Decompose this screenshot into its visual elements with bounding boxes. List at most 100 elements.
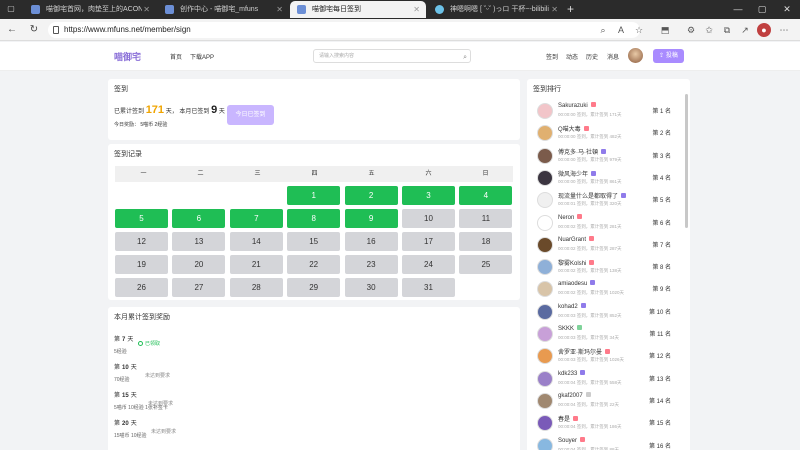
user-avatar[interactable] bbox=[537, 281, 553, 298]
day-cell[interactable]: 23 bbox=[344, 255, 398, 274]
ranking-row[interactable]: 黎雾Kolshi 00:00:02 签到，累计签到 138天 第 8 名 bbox=[537, 257, 683, 277]
share-icon[interactable]: ↗ bbox=[738, 23, 752, 37]
day-cell[interactable]: 24 bbox=[402, 255, 455, 274]
ranking-user[interactable]: 舍罗亚·斯玛尔曼 bbox=[558, 347, 610, 356]
user-avatar[interactable] bbox=[537, 236, 553, 253]
day-cell[interactable]: 17 bbox=[402, 232, 455, 251]
user-avatar[interactable] bbox=[537, 103, 553, 119]
day-cell[interactable]: 22 bbox=[287, 255, 341, 274]
day-cell-signed[interactable]: 7 bbox=[229, 209, 283, 228]
day-cell[interactable]: 30 bbox=[344, 278, 398, 297]
search-icon[interactable]: ⌕ bbox=[463, 52, 467, 64]
ranking-user[interactable]: 春是 bbox=[558, 414, 579, 423]
day-cell[interactable]: 19 bbox=[115, 255, 168, 274]
ranking-row[interactable]: 傅克多·马·社頓 00:00:00 签到，累计签到 979天 第 3 名 bbox=[537, 146, 683, 166]
day-cell-signed[interactable]: 2 bbox=[344, 186, 398, 205]
minimize-icon[interactable]: — bbox=[726, 0, 750, 19]
read-aloud-icon[interactable]: A bbox=[614, 23, 628, 37]
ranking-row[interactable]: 微风海少年 00:00:00 签到，累计签到 861天 第 4 名 bbox=[537, 168, 683, 188]
day-cell-signed[interactable]: 6 bbox=[172, 209, 226, 228]
day-cell-signed[interactable]: 4 bbox=[459, 186, 513, 205]
ranking-username[interactable]: 春是 bbox=[558, 417, 570, 423]
close-tab-icon[interactable]: ✕ bbox=[276, 1, 283, 18]
day-cell[interactable]: 16 bbox=[344, 232, 398, 251]
browser-tab-1[interactable]: 喵御宅首网，肉垫至上的ACON社 ✕ bbox=[24, 1, 156, 18]
close-window-icon[interactable]: ✕ bbox=[775, 0, 799, 19]
ranking-user[interactable]: Q喵大毒 bbox=[558, 124, 589, 133]
close-tab-icon[interactable]: ✕ bbox=[143, 1, 150, 18]
ranking-username[interactable]: NuarGrant bbox=[558, 237, 586, 243]
user-avatar[interactable] bbox=[537, 192, 553, 209]
day-cell[interactable]: 21 bbox=[229, 255, 283, 274]
day-cell[interactable]: 14 bbox=[229, 232, 283, 251]
ranking-row[interactable]: Sakurazuki 00:00:00 签到，累计签到 171天 第 1 名 bbox=[537, 101, 683, 121]
ranking-user[interactable]: amiaodesu bbox=[558, 280, 596, 287]
nav-home[interactable]: 首页 bbox=[170, 52, 182, 61]
browser-tab-4[interactable]: 神嗯啊嗯 [ ˘ᵕ˘ )っロ 干杯~-bilibili ✕ bbox=[428, 1, 564, 18]
ranking-row[interactable]: amiaodesu 00:00:02 签到，累计签到 1020天 第 9 名 bbox=[537, 279, 683, 299]
ranking-row[interactable]: NuarGrant 00:00:02 签到，累计签到 287天 第 7 名 bbox=[537, 235, 683, 255]
ranking-row[interactable]: 舍罗亚·斯玛尔曼 00:00:03 签到，累计签到 1026天 第 12 名 bbox=[537, 346, 683, 366]
day-cell[interactable]: 18 bbox=[459, 232, 513, 251]
ranking-user[interactable]: Neron bbox=[558, 213, 583, 221]
collections-icon[interactable]: ⧉ bbox=[720, 23, 734, 37]
ranking-row[interactable]: gkaf2007 00:00:04 签到，累计签到 22天 第 14 名 bbox=[537, 391, 683, 411]
more-menu-icon[interactable]: ⋯ bbox=[777, 23, 791, 37]
user-avatar[interactable] bbox=[537, 326, 553, 342]
search-input[interactable]: 请输入搜索内容 ⌕ bbox=[313, 49, 471, 63]
new-tab-button[interactable]: + bbox=[567, 1, 574, 18]
user-avatar[interactable] bbox=[537, 147, 553, 164]
favorites-icon[interactable]: ✩ bbox=[702, 23, 716, 37]
maximize-icon[interactable]: ▢ bbox=[750, 0, 774, 19]
ranking-row[interactable]: Neron 00:00:02 签到，累计签到 281天 第 6 名 bbox=[537, 213, 683, 233]
extension-icon[interactable]: ⬒ bbox=[658, 23, 672, 37]
ranking-username[interactable]: Q喵大毒 bbox=[558, 127, 581, 133]
day-cell[interactable]: 15 bbox=[287, 232, 341, 251]
user-avatar[interactable] bbox=[537, 392, 553, 409]
ranking-username[interactable]: 黎雾Kolshi bbox=[558, 261, 586, 267]
workspaces-icon[interactable]: ▢ bbox=[3, 1, 19, 17]
ranking-username[interactable]: Sakurazuki bbox=[558, 103, 588, 109]
ranking-user[interactable]: gkaf2007 bbox=[558, 391, 591, 399]
ranking-username[interactable]: Souyer bbox=[558, 438, 577, 444]
browser-tab-2[interactable]: 创作中心 - 喵御宅_mfuns ✕ bbox=[158, 1, 289, 18]
user-avatar[interactable] bbox=[537, 437, 553, 450]
day-cell[interactable]: 27 bbox=[172, 278, 226, 297]
day-cell[interactable]: 25 bbox=[459, 255, 513, 274]
ranking-row[interactable]: Souyer 00:00:04 签到，累计签到 88天 第 16 名 bbox=[537, 436, 683, 450]
ranking-username[interactable]: 现流量什么是都取得了 bbox=[558, 194, 618, 200]
ranking-username[interactable]: gkaf2007 bbox=[558, 393, 583, 399]
back-icon[interactable]: ← bbox=[4, 22, 20, 38]
ranking-row[interactable]: SKKK 00:00:03 签到，累计签到 34天 第 11 名 bbox=[537, 324, 683, 344]
ranking-user[interactable]: Sakurazuki bbox=[558, 102, 596, 109]
ranking-user[interactable]: kohad2 bbox=[558, 302, 586, 310]
refresh-icon[interactable]: ↻ bbox=[26, 22, 42, 38]
ranking-username[interactable]: 微风海少年 bbox=[558, 172, 588, 178]
user-avatar[interactable] bbox=[537, 348, 553, 365]
day-cell-signed[interactable]: 3 bbox=[402, 186, 455, 205]
ranking-user[interactable]: 傅克多·马·社頓 bbox=[558, 147, 606, 156]
day-cell[interactable]: 13 bbox=[172, 232, 226, 251]
profile-avatar-icon[interactable]: ● bbox=[757, 23, 771, 37]
ranking-username[interactable]: amiaodesu bbox=[558, 281, 587, 287]
day-cell[interactable]: 29 bbox=[287, 278, 341, 297]
user-avatar[interactable] bbox=[537, 214, 553, 231]
search-page-icon[interactable]: ⌕ bbox=[596, 23, 610, 37]
ranking-row[interactable]: Q喵大毒 00:00:00 签到，累计签到 482天 第 2 名 bbox=[537, 123, 683, 143]
user-avatar[interactable] bbox=[537, 169, 553, 186]
nav-activity[interactable]: 动态 bbox=[566, 52, 578, 61]
ranking-user[interactable]: Souyer bbox=[558, 436, 586, 444]
ranking-row[interactable]: 春是 00:00:04 签到，累计签到 186天 第 15 名 bbox=[537, 413, 683, 433]
user-avatar[interactable] bbox=[537, 370, 553, 387]
day-cell[interactable]: 11 bbox=[459, 209, 513, 228]
day-cell[interactable]: 12 bbox=[115, 232, 168, 251]
day-cell[interactable]: 26 bbox=[115, 278, 168, 297]
ranking-row[interactable]: kdk233 00:00:04 签到，累计签到 558天 第 13 名 bbox=[537, 369, 683, 389]
ranking-user[interactable]: 现流量什么是都取得了 bbox=[558, 191, 627, 200]
day-cell-signed[interactable]: 1 bbox=[287, 186, 341, 205]
ranking-username[interactable]: kohad2 bbox=[558, 304, 578, 310]
user-avatar[interactable] bbox=[537, 259, 553, 276]
day-cell[interactable]: 10 bbox=[402, 209, 455, 228]
ranking-username[interactable]: 舍罗亚·斯玛尔曼 bbox=[558, 350, 602, 356]
post-button[interactable]: ⇪ 投稿 bbox=[653, 49, 684, 63]
